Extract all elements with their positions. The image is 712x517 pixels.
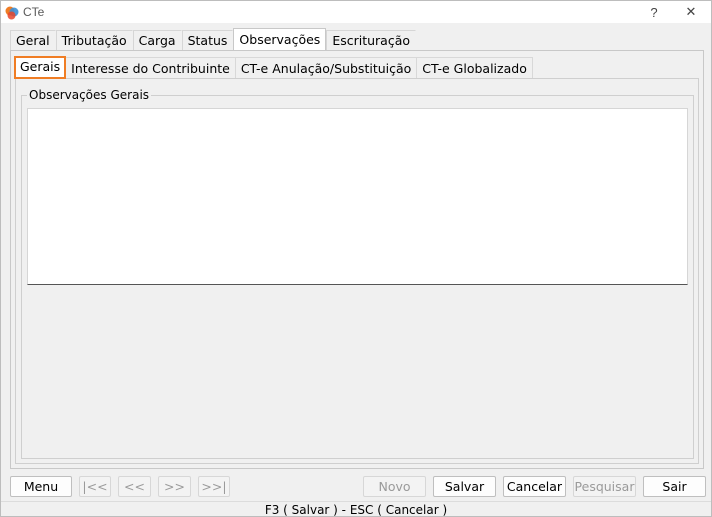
- subtab-cte-globalizado[interactable]: CT-e Globalizado: [416, 57, 533, 78]
- subtab-interesse-contribuinte[interactable]: Interesse do Contribuinte: [65, 57, 236, 78]
- subtab-gerais[interactable]: Gerais: [14, 56, 67, 79]
- tab-geral[interactable]: Geral: [10, 30, 56, 51]
- subtab-cte-anulacao-substituicao[interactable]: CT-e Anulação/Substituição: [234, 57, 418, 78]
- tab-observacoes[interactable]: Observações: [233, 28, 327, 50]
- sair-button[interactable]: Sair: [643, 476, 706, 497]
- tab-status[interactable]: Status: [181, 30, 234, 51]
- observacoes-gerais-textarea[interactable]: [27, 108, 688, 285]
- novo-button[interactable]: Novo: [363, 476, 426, 497]
- help-icon[interactable]: ?: [637, 1, 671, 23]
- observacoes-gerais-title: Observações Gerais: [27, 88, 152, 102]
- status-bar: F3 ( Salvar ) - ESC ( Cancelar ): [1, 501, 711, 517]
- tab-tributacao[interactable]: Tributação: [55, 30, 133, 51]
- previous-record-button[interactable]: <<: [118, 476, 151, 497]
- cte-window: CTe ? ✕ Geral Tributação Carga Status Ob…: [0, 0, 712, 517]
- pesquisar-button[interactable]: Pesquisar: [573, 476, 636, 497]
- window-title: CTe: [23, 5, 45, 19]
- tab-escrituracao[interactable]: Escrituração: [326, 30, 417, 51]
- title-bar: CTe ? ✕: [1, 1, 711, 23]
- first-record-button[interactable]: |<<: [79, 476, 111, 497]
- main-tab-bar: Geral Tributação Carga Status Observaçõe…: [10, 28, 417, 51]
- sub-tab-bar: Gerais Interesse do Contribuinte CT-e An…: [14, 56, 533, 79]
- tab-carga[interactable]: Carga: [132, 30, 182, 51]
- salvar-button[interactable]: Salvar: [433, 476, 496, 497]
- cancelar-button[interactable]: Cancelar: [503, 476, 566, 497]
- last-record-button[interactable]: >>|: [198, 476, 230, 497]
- menu-button[interactable]: Menu: [10, 476, 72, 497]
- next-record-button[interactable]: >>: [158, 476, 191, 497]
- close-icon[interactable]: ✕: [674, 1, 708, 23]
- app-logo-icon: [5, 6, 19, 20]
